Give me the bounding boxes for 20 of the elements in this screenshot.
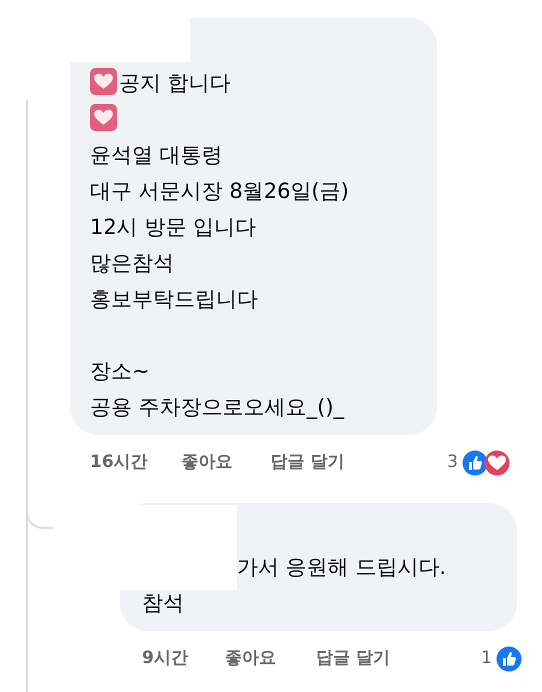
comment-text: 많은참석 [90,251,174,275]
reaction-count: 1 [481,647,492,670]
comment-text: 홍보부탁드립니다 [90,287,258,311]
comment-text: 참석 [142,591,184,615]
comment-text: 공용 주차장으로오세요_()_ [90,395,344,419]
reply-link[interactable]: 답글 달기 [316,646,390,672]
comment-text: 가서 응원해 드립시다. [237,555,446,579]
comment-text: 장소~ [90,359,150,383]
timestamp: 16시간 [90,451,148,474]
thumbs-up-icon [462,450,488,476]
reaction-count: 3 [447,451,458,474]
reply-link[interactable]: 답글 달기 [270,450,345,476]
comment-text: 윤석열 대통령 [90,143,223,167]
comment-text: 대구 서문시장 8월26일(금) [90,179,349,203]
like-link[interactable]: 좋아요 [182,450,233,476]
comment-text: 공지 합니다 [119,71,231,95]
like-link[interactable]: 좋아요 [224,646,276,672]
timestamp: 9시간 [142,647,188,670]
comment-text: 12시 방문 입니다 [90,215,256,239]
thumbs-up-icon [496,646,522,672]
